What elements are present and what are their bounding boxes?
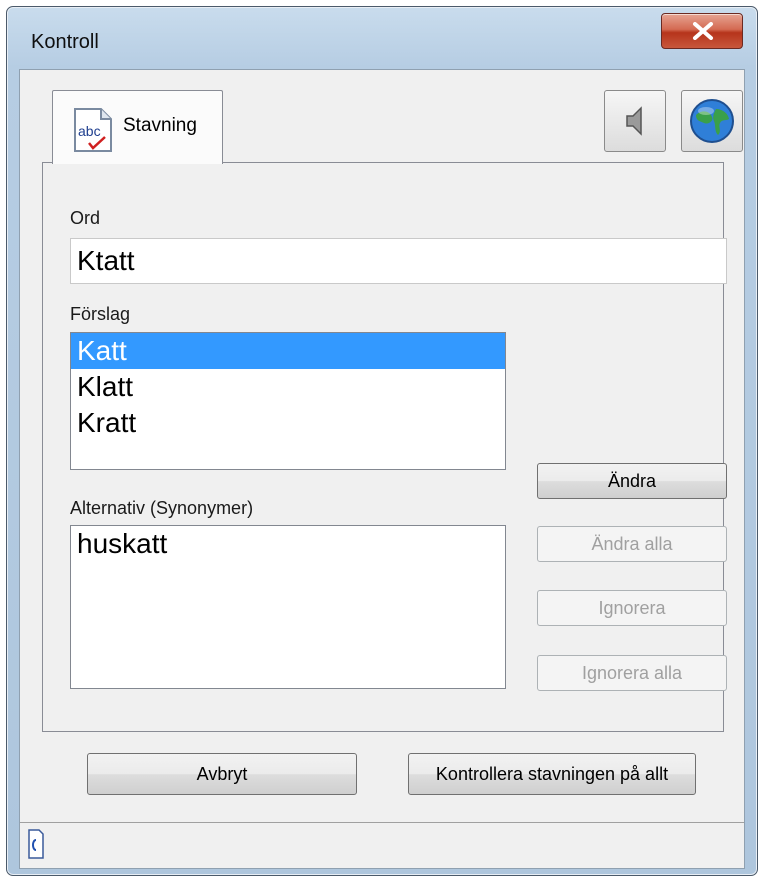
suggestions-label: Förslag (70, 304, 131, 324)
globe-icon (690, 99, 734, 143)
title-bar[interactable]: Kontroll (7, 7, 757, 69)
close-icon (693, 22, 713, 40)
ignore-button[interactable]: Ignorera (537, 590, 727, 626)
suggestions-list[interactable]: Katt Klatt Kratt (70, 332, 506, 470)
tab-stavning[interactable]: abc Stavning (52, 90, 223, 164)
ignore-all-button[interactable]: Ignorera alla (537, 655, 727, 691)
speaker-icon (626, 106, 642, 136)
list-item[interactable]: huskatt (71, 526, 505, 562)
word-label: Ord (70, 208, 101, 228)
internet-button[interactable] (681, 90, 743, 152)
list-item[interactable]: Katt (71, 333, 505, 369)
dialog-window: Kontroll abc Stavning Ord Ktatt Förslag … (6, 6, 758, 876)
list-item[interactable]: Kratt (71, 405, 505, 441)
window-title: Kontroll (31, 31, 99, 53)
dialog-body: abc Stavning Ord Ktatt Förslag Katt Klat… (19, 69, 745, 869)
speak-button[interactable] (604, 90, 666, 152)
list-item[interactable]: Klatt (71, 369, 505, 405)
close-button[interactable] (661, 13, 743, 49)
tab-label: Stavning (123, 115, 197, 136)
status-bar-divider (20, 822, 744, 823)
document-status-icon (28, 829, 44, 859)
cancel-button[interactable]: Avbryt (87, 753, 357, 795)
abc-spellcheck-icon: abc (74, 108, 112, 152)
word-field[interactable]: Ktatt (70, 238, 727, 284)
check-all-button[interactable]: Kontrollera stavningen på allt (408, 753, 696, 795)
synonyms-label: Alternativ (Synonymer) (70, 498, 254, 518)
change-all-button[interactable]: Ändra alla (537, 526, 727, 562)
svg-text:abc: abc (78, 123, 101, 139)
synonyms-list[interactable]: huskatt (70, 525, 506, 689)
change-button[interactable]: Ändra (537, 463, 727, 499)
